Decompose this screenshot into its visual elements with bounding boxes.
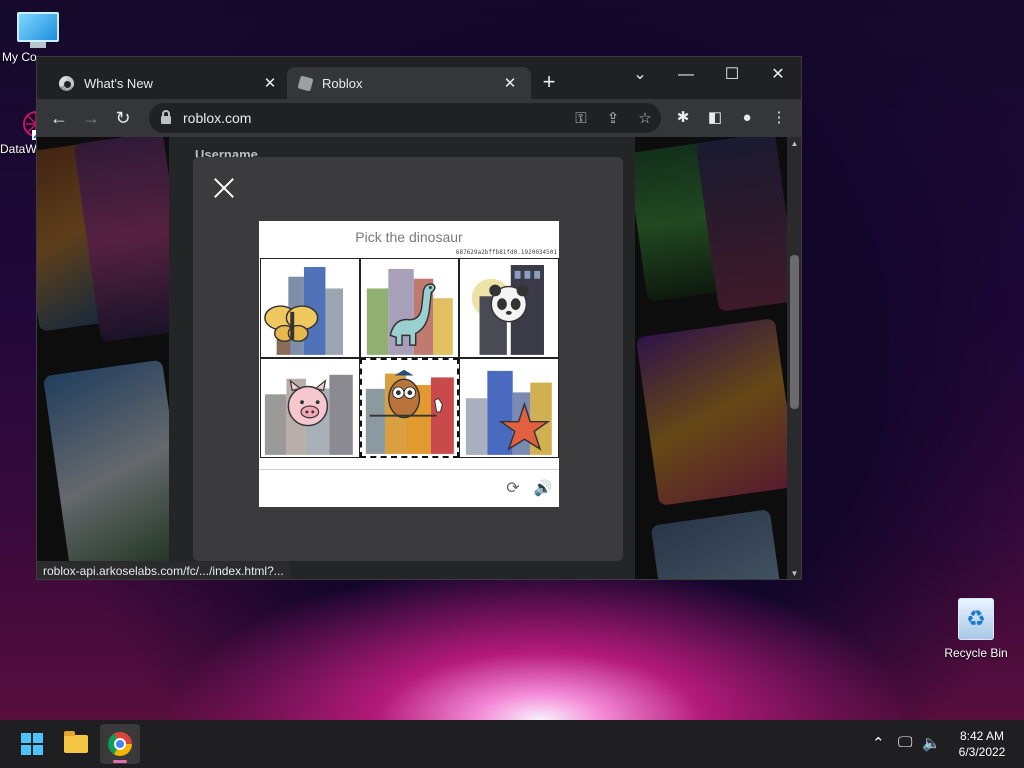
- captcha-grid: [260, 258, 559, 458]
- close-tab-icon[interactable]: ✕: [501, 74, 519, 92]
- scroll-thumb[interactable]: [790, 255, 799, 409]
- close-window-button[interactable]: ✕: [755, 61, 801, 89]
- link-status-bar: roblox-api.arkoselabs.com/fc/.../index.h…: [37, 561, 290, 579]
- start-button[interactable]: [12, 724, 52, 764]
- page-content: Username Pick the dinosaur 687629a2bffb8…: [37, 137, 787, 579]
- new-tab-button[interactable]: +: [535, 69, 563, 97]
- taskbar: ⌃ 🖵 🔈 8:42 AM 6/3/2022: [0, 720, 1024, 768]
- url-text[interactable]: roblox.com: [183, 110, 565, 126]
- tab-roblox[interactable]: Roblox ✕: [287, 67, 531, 99]
- extensions-icon[interactable]: ✱: [669, 104, 697, 132]
- volume-icon[interactable]: 🔈: [922, 734, 941, 752]
- minimize-button[interactable]: —: [663, 61, 709, 89]
- clock-date: 6/3/2022: [958, 745, 1006, 759]
- scroll-down-icon[interactable]: ▼: [787, 567, 801, 579]
- system-clock[interactable]: 8:42 AM 6/3/2022: [944, 728, 1020, 760]
- network-icon[interactable]: 🖵: [898, 734, 912, 751]
- captcha-tile-dinosaur[interactable]: [359, 258, 460, 358]
- close-tab-icon[interactable]: ✕: [261, 74, 279, 92]
- show-hidden-icons-icon[interactable]: ⌃: [872, 734, 885, 752]
- tab-whats-new[interactable]: What's New ✕: [47, 67, 291, 99]
- captcha-tile-owl[interactable]: [359, 358, 460, 458]
- tab-title: Roblox: [322, 75, 363, 91]
- roblox-favicon-icon: [297, 75, 314, 91]
- starfish-icon: [466, 370, 553, 455]
- desktop-icon-label: Recycle Bin: [944, 646, 1008, 660]
- monitor-icon: [17, 12, 59, 42]
- clock-time: 8:42 AM: [959, 729, 1005, 743]
- browser-window: What's New ✕ Roblox ✕ + ⌄ — ☐ ✕ ← → ↻ ro…: [36, 56, 802, 580]
- refresh-icon[interactable]: ⟳: [503, 479, 523, 499]
- desktop-icon-recycle-bin[interactable]: ♻ Recycle Bin: [938, 598, 1014, 660]
- folder-icon: [64, 731, 88, 753]
- back-button[interactable]: ←: [45, 104, 73, 132]
- tab-search-icon[interactable]: ⌄: [617, 61, 663, 89]
- windows-logo-icon: [21, 733, 43, 755]
- share-icon[interactable]: ⇪: [597, 109, 629, 127]
- bookmark-star-icon[interactable]: ☆: [629, 109, 661, 127]
- profile-icon[interactable]: ●: [733, 104, 761, 132]
- maximize-button[interactable]: ☐: [709, 61, 755, 89]
- chrome-taskbar-button[interactable]: [100, 724, 140, 764]
- pig-icon: [264, 374, 353, 455]
- browser-toolbar: ← → ↻ roblox.com ⚿ ⇪ ☆ ✱ ◧ ● ⋮: [37, 99, 801, 137]
- page-scrollbar[interactable]: ▲ ▼: [787, 137, 801, 579]
- menu-kebab-icon[interactable]: ⋮: [765, 104, 793, 132]
- side-panel-icon[interactable]: ◧: [701, 104, 729, 132]
- dinosaur-icon: [366, 268, 453, 355]
- close-icon[interactable]: [213, 177, 235, 199]
- tab-strip: What's New ✕ Roblox ✕ + ⌄ — ☐ ✕: [37, 57, 801, 99]
- owl-icon: [365, 369, 454, 454]
- captcha-tile-butterfly[interactable]: [260, 258, 360, 358]
- panda-icon: [472, 265, 545, 355]
- file-explorer-button[interactable]: [56, 724, 96, 764]
- captcha-divider: [259, 469, 559, 470]
- chrome-favicon-icon: [59, 75, 74, 91]
- reload-button[interactable]: ↻: [109, 104, 137, 132]
- forward-button[interactable]: →: [77, 104, 105, 132]
- captcha-tile-starfish[interactable]: [459, 358, 559, 458]
- key-icon[interactable]: ⚿: [565, 110, 597, 127]
- captcha-modal: Pick the dinosaur 687629a2bffb81fd0.1920…: [193, 157, 623, 561]
- captcha-session-id: 687629a2bffb81fd0.1920034501: [455, 249, 557, 256]
- lock-icon[interactable]: [161, 110, 171, 124]
- chrome-icon: [108, 732, 132, 756]
- butterfly-icon: [264, 266, 344, 355]
- tab-title: What's New: [84, 75, 153, 91]
- captcha-tile-pig[interactable]: [260, 358, 360, 458]
- address-bar[interactable]: roblox.com ⚿ ⇪ ☆: [149, 103, 661, 133]
- audio-icon[interactable]: 🔊: [531, 479, 555, 499]
- scroll-up-icon[interactable]: ▲: [787, 137, 801, 151]
- recycle-bin-icon: ♻: [958, 598, 994, 640]
- captcha-prompt: Pick the dinosaur: [355, 229, 463, 245]
- captcha-tile-panda[interactable]: [459, 258, 559, 358]
- captcha-widget: Pick the dinosaur 687629a2bffb81fd0.1920…: [259, 221, 559, 507]
